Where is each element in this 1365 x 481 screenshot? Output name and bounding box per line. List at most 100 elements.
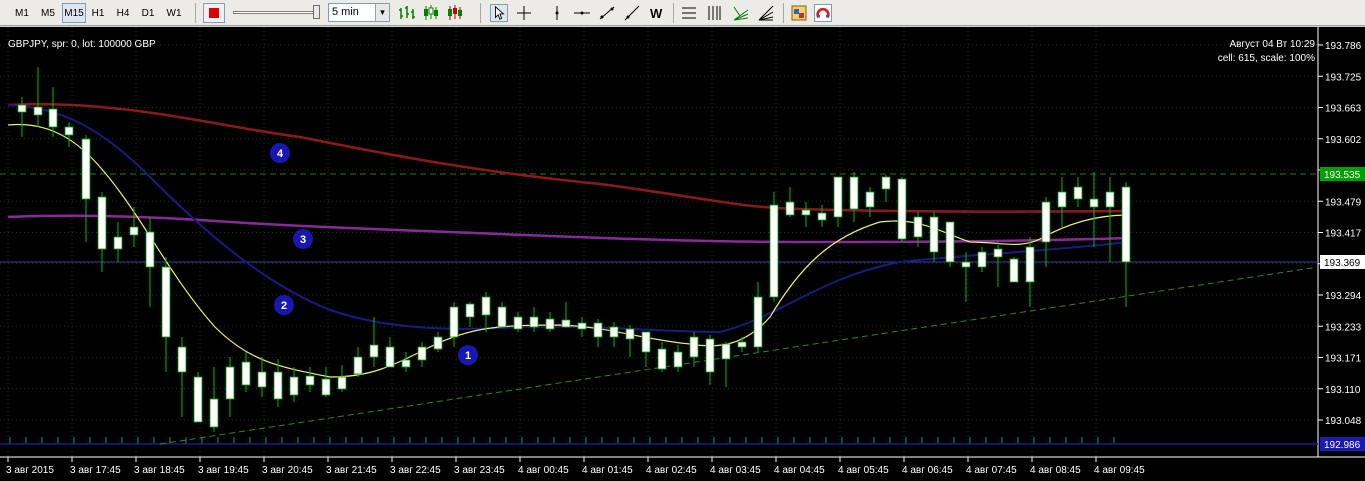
candle-body bbox=[497, 306, 507, 328]
time-label: 3 авг 19:45 bbox=[198, 465, 249, 476]
chart-canvas[interactable]: 1 2 3 4 193.786 193.725 193.663 193.602 193.… bbox=[0, 27, 1365, 481]
marker-2-label: 2 bbox=[281, 300, 287, 312]
candle-body bbox=[993, 248, 1003, 258]
candle-body bbox=[529, 316, 539, 328]
timeframe-h4-button[interactable]: H4 bbox=[113, 3, 133, 23]
chart-bottom-ticks bbox=[9, 437, 1115, 444]
horizontal-line-icon[interactable] bbox=[573, 4, 591, 22]
text-label-icon[interactable]: W bbox=[648, 4, 666, 22]
candle-body bbox=[113, 236, 123, 250]
candle-body bbox=[961, 261, 971, 268]
candle-body bbox=[1057, 191, 1067, 208]
stop-test-button[interactable] bbox=[203, 3, 225, 23]
candle-body bbox=[48, 108, 58, 128]
candle-body bbox=[17, 104, 27, 113]
marker-3-label: 3 bbox=[300, 234, 306, 246]
speed-slider[interactable] bbox=[233, 5, 321, 19]
time-label: 4 авг 08:45 bbox=[1030, 465, 1081, 476]
candle-body bbox=[97, 196, 107, 250]
cell-info: cell: 615, scale: 100% bbox=[1217, 53, 1315, 64]
time-label: 3 авг 20:45 bbox=[262, 465, 313, 476]
marker-2[interactable]: 2 bbox=[274, 295, 294, 315]
candle-body bbox=[593, 322, 603, 338]
candle-body bbox=[401, 359, 411, 368]
candle-body bbox=[257, 371, 267, 388]
period-lines-icon[interactable] bbox=[705, 4, 723, 22]
toolbar-separator bbox=[480, 3, 481, 23]
time-label: 4 авг 04:45 bbox=[774, 465, 825, 476]
objects-list-icon[interactable] bbox=[790, 4, 808, 22]
marker-3[interactable]: 3 bbox=[293, 229, 313, 249]
marker-4[interactable]: 4 bbox=[270, 143, 290, 163]
candle-body bbox=[1041, 201, 1051, 243]
candle-body bbox=[817, 212, 827, 221]
candle-body bbox=[433, 336, 443, 350]
ma-fast-line bbox=[7, 123, 1129, 378]
candle-body bbox=[305, 375, 315, 386]
candle-body bbox=[945, 221, 955, 263]
price-label: 193.294 bbox=[1325, 291, 1362, 302]
trendline-icon[interactable] bbox=[598, 4, 616, 22]
candle-body bbox=[241, 361, 251, 386]
candle-body bbox=[273, 371, 283, 400]
bottom-price-label: 192.986 bbox=[1324, 440, 1361, 451]
candle-body bbox=[577, 322, 587, 330]
marker-4-label: 4 bbox=[277, 148, 284, 160]
marker-1[interactable]: 1 bbox=[458, 345, 478, 365]
fibonacci-fan-icon[interactable] bbox=[732, 4, 750, 22]
price-label: 193.110 bbox=[1325, 385, 1361, 396]
time-label: 4 авг 00:45 bbox=[518, 465, 569, 476]
candle-body bbox=[737, 341, 747, 348]
timeframe-w1-button[interactable]: W1 bbox=[162, 3, 186, 23]
time-label: 4 авг 07:45 bbox=[966, 465, 1017, 476]
price-label: 193.048 bbox=[1325, 416, 1362, 427]
candle-body bbox=[785, 201, 795, 216]
time-label: 4 авг 09:45 bbox=[1094, 465, 1145, 476]
toolbar-separator bbox=[195, 3, 196, 23]
vertical-line-icon[interactable] bbox=[548, 4, 566, 22]
price-chart[interactable]: 1 2 3 4 193.786 193.725 193.663 193.602 193.… bbox=[0, 27, 1365, 481]
timeframe-h1-button[interactable]: H1 bbox=[88, 3, 108, 23]
price-label: 193.171 bbox=[1325, 354, 1362, 365]
chart-toolbar: M1 M5 M15 H1 H4 D1 W1 5 min ▼ W bbox=[0, 0, 1365, 26]
gann-fan-icon[interactable] bbox=[757, 4, 775, 22]
chevron-down-icon[interactable]: ▼ bbox=[375, 4, 389, 21]
candle-body bbox=[1025, 246, 1035, 283]
candles-group bbox=[17, 67, 1131, 432]
candle-body bbox=[769, 204, 779, 298]
cursor-icon[interactable] bbox=[490, 4, 508, 22]
candle-body bbox=[1121, 186, 1131, 263]
candle-body bbox=[801, 209, 811, 216]
channel-icon[interactable] bbox=[680, 4, 698, 22]
timeframe-m15-button[interactable]: M15 bbox=[62, 3, 86, 23]
slider-thumb[interactable] bbox=[313, 5, 320, 19]
time-label: 4 авг 03:45 bbox=[710, 465, 761, 476]
timeframe-m5-button[interactable]: M5 bbox=[37, 3, 59, 23]
magnet-icon[interactable] bbox=[814, 4, 832, 22]
time-label: 3 авг 21:45 bbox=[326, 465, 377, 476]
bar-chart-icon[interactable] bbox=[398, 4, 416, 22]
candle-body bbox=[129, 226, 139, 236]
time-label: 3 авг 17:45 bbox=[70, 465, 121, 476]
timeframe-d1-button[interactable]: D1 bbox=[138, 3, 158, 23]
candle-body bbox=[625, 328, 635, 340]
candle-body bbox=[705, 338, 715, 373]
candlestick-color-icon[interactable] bbox=[446, 4, 464, 22]
time-label: 3 авг 22:45 bbox=[390, 465, 441, 476]
crosshair-icon[interactable] bbox=[515, 4, 533, 22]
candle-body bbox=[1089, 198, 1099, 208]
candle-body bbox=[513, 316, 523, 330]
toolbar-separator bbox=[673, 3, 674, 23]
candlestick-chart-icon[interactable] bbox=[422, 4, 440, 22]
candle-body bbox=[177, 346, 187, 373]
interval-select[interactable]: 5 min ▼ bbox=[328, 3, 390, 22]
candle-body bbox=[465, 303, 475, 318]
timeframe-m1-button[interactable]: M1 bbox=[12, 3, 32, 23]
price-label: 193.417 bbox=[1325, 229, 1362, 240]
ray-icon[interactable] bbox=[623, 4, 641, 22]
candle-body bbox=[1105, 191, 1115, 208]
stop-icon bbox=[209, 8, 219, 18]
level-price-label: 193.535 bbox=[1324, 170, 1361, 181]
date-info: Август 04 Вт 10:29 bbox=[1229, 39, 1316, 50]
candle-body bbox=[64, 126, 74, 136]
